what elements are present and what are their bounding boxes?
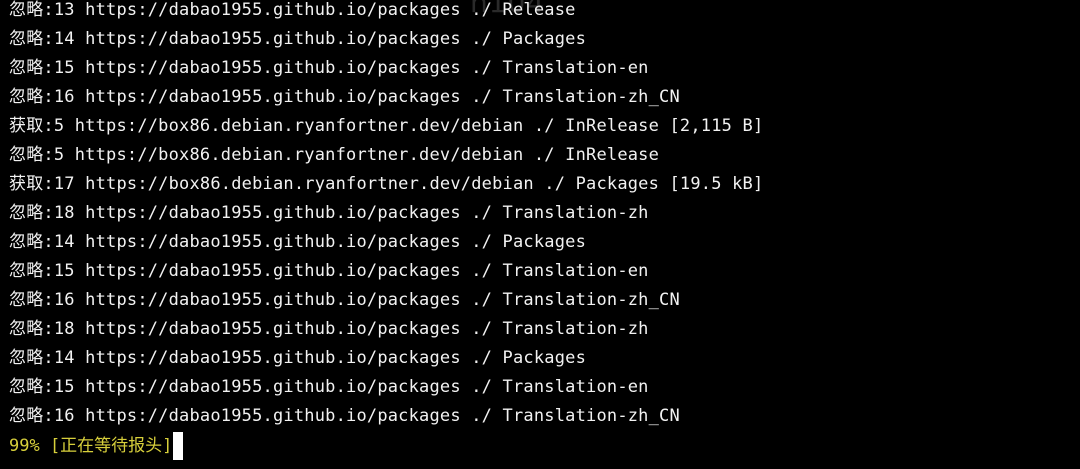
output-line: 获取:5 https://box86.debian.ryanfortner.de… [9, 116, 764, 136]
output-line: 忽略:15 https://dabao1955.github.io/packag… [9, 377, 649, 397]
output-line: 忽略:15 https://dabao1955.github.io/packag… [9, 261, 649, 281]
output-line: 忽略:18 https://dabao1955.github.io/packag… [9, 203, 649, 223]
output-line: 忽略:16 https://dabao1955.github.io/packag… [9, 406, 680, 426]
output-line: 忽略:14 https://dabao1955.github.io/packag… [9, 348, 587, 368]
output-line: 忽略:14 https://dabao1955.github.io/packag… [9, 232, 587, 252]
text-cursor[interactable] [173, 432, 184, 460]
output-line: 忽略:14 https://dabao1955.github.io/packag… [9, 29, 587, 49]
output-line: 忽略:16 https://dabao1955.github.io/packag… [9, 87, 680, 107]
output-line: 获取:17 https://box86.debian.ryanfortner.d… [9, 174, 764, 194]
terminal-window[interactable]: n104 忽略:13 https://dabao1955.github.io/p… [0, 0, 1080, 469]
progress-status: 99% [正在等待报头] [9, 436, 173, 456]
output-line: 忽略:15 https://dabao1955.github.io/packag… [9, 58, 649, 78]
output-line: 忽略:18 https://dabao1955.github.io/packag… [9, 319, 649, 339]
output-line: 忽略:13 https://dabao1955.github.io/packag… [9, 0, 576, 20]
progress-line: 99% [正在等待报头] [9, 431, 184, 461]
output-line: 忽略:5 https://box86.debian.ryanfortner.de… [9, 145, 660, 165]
terminal-output: 忽略:13 https://dabao1955.github.io/packag… [9, 0, 763, 431]
output-line: 忽略:16 https://dabao1955.github.io/packag… [9, 290, 680, 310]
